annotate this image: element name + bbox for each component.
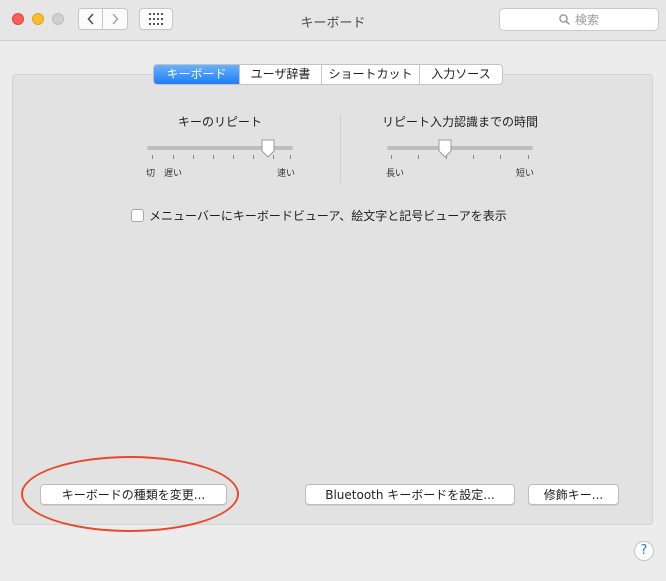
key-repeat-tick [173, 155, 174, 159]
key-repeat-slow-label: 遅い [164, 169, 183, 179]
tab-shortcuts[interactable]: ショートカット [321, 65, 419, 84]
delay-tick [500, 155, 501, 159]
search-placeholder: 検索 [574, 13, 599, 27]
modifier-keys-button[interactable]: 修飾キー... [528, 484, 619, 505]
key-repeat-off-label: 切 [146, 169, 156, 179]
key-repeat-fast-label: 速い [277, 169, 296, 179]
delay-until-repeat-slider[interactable] [387, 146, 533, 150]
tab-user-dictionary[interactable]: ユーザ辞書 [239, 65, 321, 84]
delay-tick [473, 155, 474, 159]
tab-keyboard[interactable]: キーボード [154, 65, 239, 84]
delay-until-repeat-label: リピート入力認識までの時間 [381, 115, 538, 129]
show-viewer-checkbox-label: メニューバーにキーボードビューア、絵文字と記号ビューアを表示 [149, 209, 507, 223]
key-repeat-tick [233, 155, 234, 159]
help-button[interactable]: ? [634, 541, 654, 561]
show-viewer-checkbox[interactable] [131, 209, 144, 222]
delay-tick [418, 155, 419, 159]
delay-short-label: 短い [516, 169, 535, 179]
key-repeat-label: キーのリピート [177, 115, 262, 129]
setup-bluetooth-keyboard-button[interactable]: Bluetooth キーボードを設定... [305, 484, 515, 505]
section-divider [340, 115, 341, 183]
key-repeat-tick [193, 155, 194, 159]
search-icon [559, 14, 570, 25]
search-field[interactable]: 検索 [499, 8, 659, 31]
tab-bar: キーボード ユーザ辞書 ショートカット 入力ソース [153, 64, 503, 85]
tab-input-sources[interactable]: 入力ソース [419, 65, 502, 84]
key-repeat-slider-thumb[interactable] [261, 139, 275, 158]
key-repeat-tick [290, 155, 291, 159]
delay-long-label: 長い [386, 169, 405, 179]
delay-tick [391, 155, 392, 159]
window-titlebar: キーボード 検索 [0, 0, 666, 41]
key-repeat-tick [253, 155, 254, 159]
delay-tick [528, 155, 529, 159]
key-repeat-tick [213, 155, 214, 159]
highlight-annotation [21, 456, 239, 532]
delay-until-repeat-slider-thumb[interactable] [438, 139, 452, 158]
key-repeat-tick [152, 155, 153, 159]
